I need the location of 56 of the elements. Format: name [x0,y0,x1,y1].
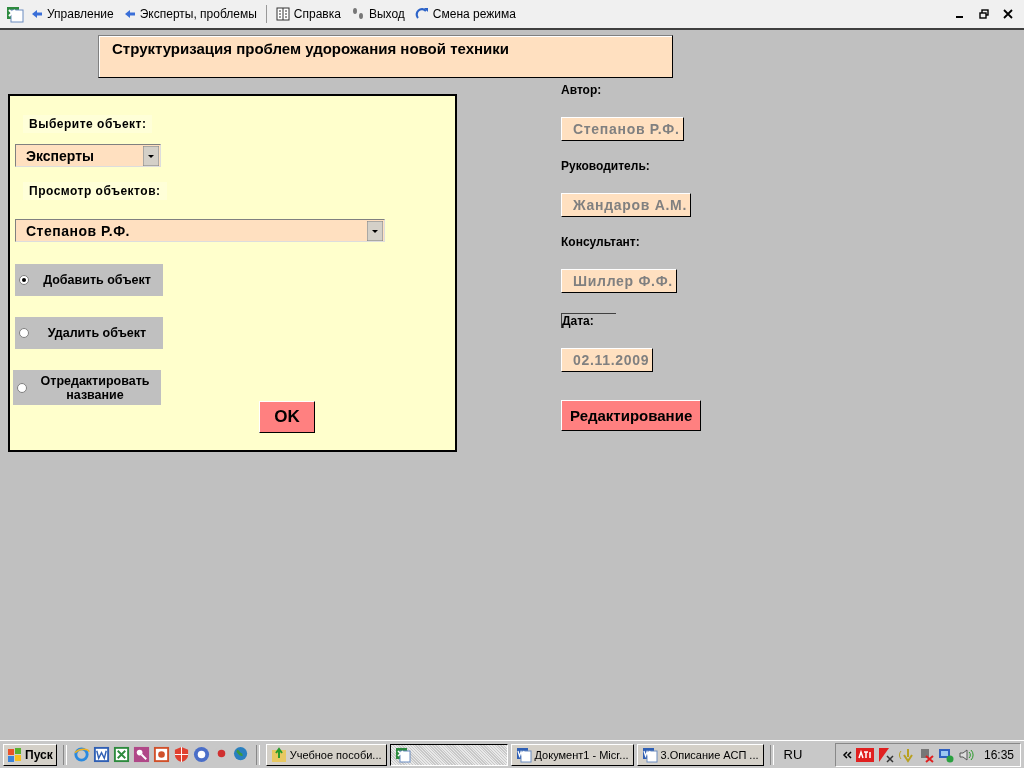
expand-chevron-icon[interactable] [841,749,852,760]
value-field: Жандаров А.М. [561,193,691,217]
value-field: Степанов Р.Ф. [561,117,684,141]
refresh-icon [414,7,429,21]
dropdown-arrow-icon[interactable] [143,145,159,166]
field-label: Консультант: [561,235,640,249]
object-dropdown[interactable]: Эксперты [15,144,161,167]
quick-launch-disc-icon[interactable] [192,746,210,763]
form-title: Структуризация проблем удорожания новой техники [98,35,673,78]
ok-button[interactable]: OK [259,401,315,433]
taskbar-button[interactable]: 3.Описание АСП ... [636,743,764,766]
restore-icon[interactable] [979,9,989,19]
taskbar-button[interactable]: Учебное пособи... [265,743,387,766]
footprints-icon [350,7,365,21]
speaker-icon[interactable] [957,746,974,763]
field-label: Дата: [561,313,616,328]
spreadsheet-icon [394,746,411,763]
value-field: Шиллер Ф.Ф. [561,269,677,293]
radio-option[interactable]: Отредактировать название [13,370,161,405]
left-arrow-icon [31,8,43,20]
quick-launch-spreadsheet-icon[interactable] [112,746,130,763]
field-label: Руководитель: [561,159,650,173]
windows-logo-icon [7,746,23,763]
left-arrow-icon [123,8,136,20]
object-list-dropdown[interactable]: Степанов Р.Ф. [15,219,385,242]
quick-launch-globe-icon[interactable] [232,746,250,763]
folder-icon [270,746,287,763]
value-field: 02.11.2009 [561,348,654,372]
document-icon [641,746,658,763]
toolbar-button[interactable]: Справка [272,7,344,21]
start-button[interactable]: Пуск [3,743,57,766]
field-label: Автор: [561,83,602,97]
taskbar-button[interactable] [389,743,508,766]
field-label: Выберите объект: [23,115,153,133]
field-label: Просмотр объектов: [23,182,167,200]
quick-launch-shield-icon[interactable] [172,746,190,763]
taskbar-button[interactable]: Документ1 - Micr... [510,743,634,766]
toolbar-button[interactable]: Смена режима [411,7,519,21]
radio-option[interactable]: Удалить объект [15,317,163,349]
graphics-tray-icon[interactable] [855,747,874,762]
quick-launch-presentation-icon[interactable] [152,746,170,763]
toolbar-button[interactable]: Выход [347,7,408,21]
toolbar-button[interactable]: Управление [28,7,117,21]
toolbar-button[interactable]: Эксперты, проблемы [120,7,260,21]
close-icon[interactable] [1003,9,1013,19]
quick-launch-key-icon[interactable] [132,746,150,763]
language-indicator[interactable]: RU [783,747,803,762]
dropdown-arrow-icon[interactable] [367,220,383,241]
spreadsheet-icon[interactable] [6,5,24,23]
book-icon [275,7,290,21]
edit-button[interactable]: Редактирование [561,400,702,431]
clock[interactable]: 16:35 [983,747,1014,762]
radio-option[interactable]: Добавить объект [15,264,163,296]
quick-launch-document-icon[interactable] [92,746,110,763]
network-computer-icon[interactable] [937,746,954,763]
document-icon [515,746,532,763]
